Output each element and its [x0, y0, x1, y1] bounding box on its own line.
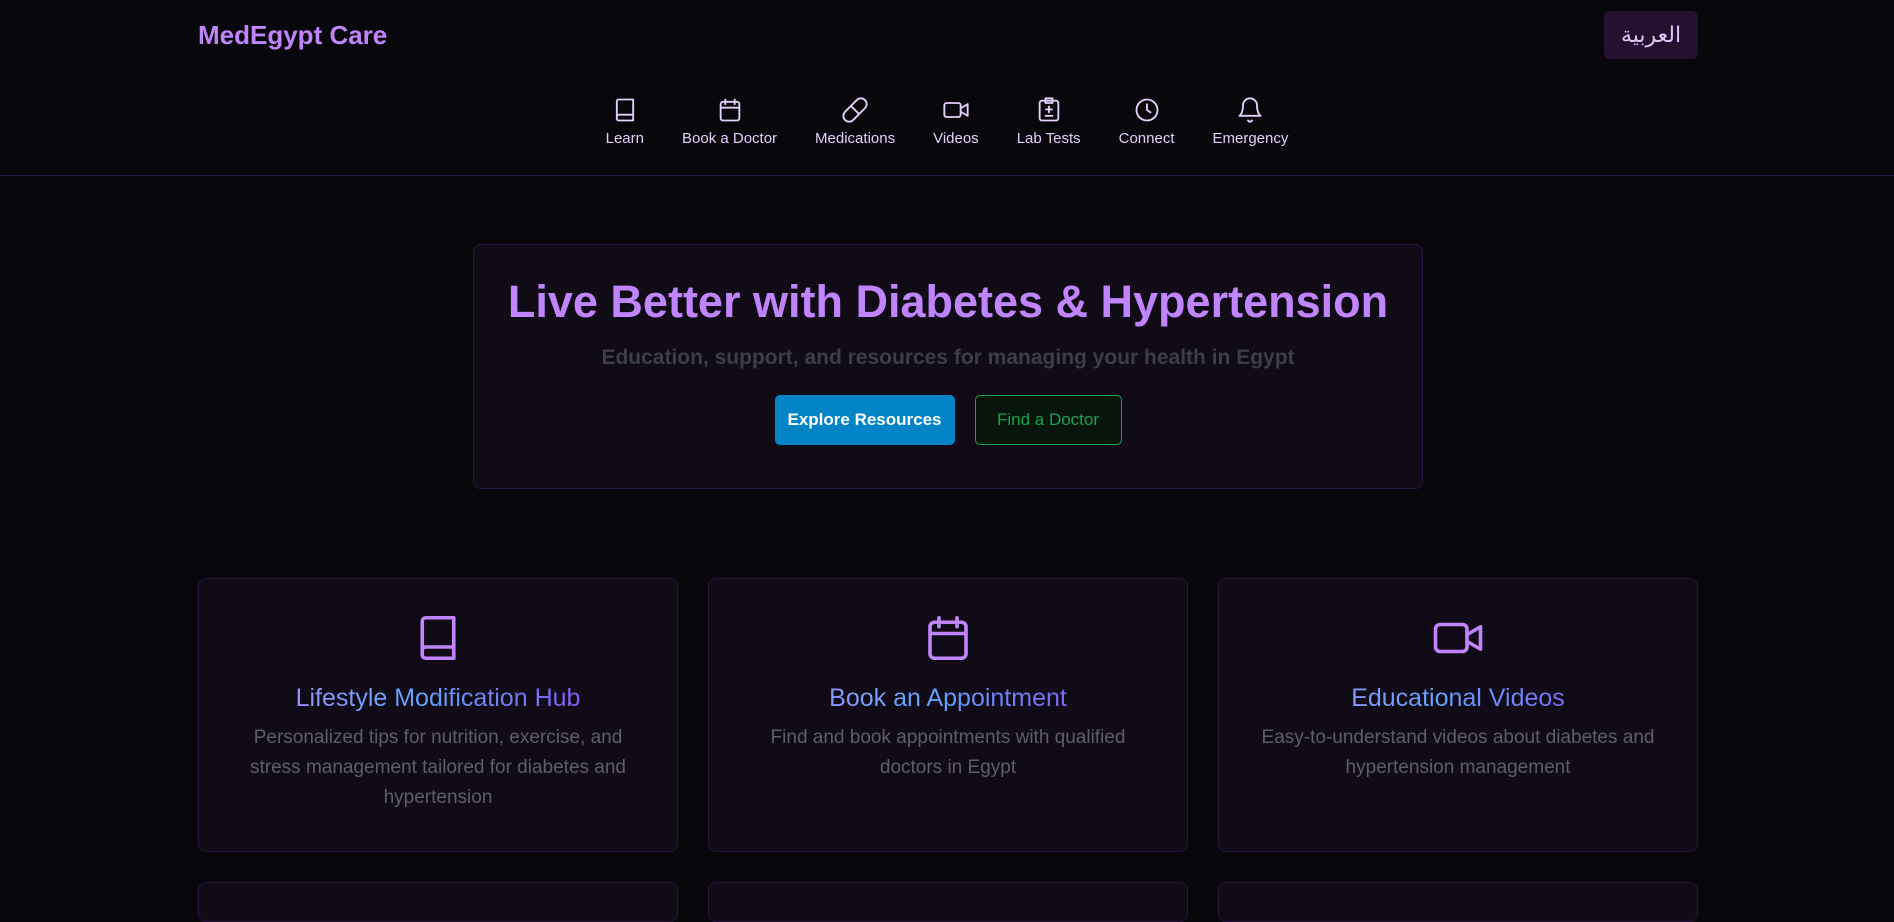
feature-card-videos[interactable]: Educational Videos Easy-to-understand vi… — [1218, 578, 1698, 852]
pill-icon — [842, 97, 868, 123]
book-icon — [420, 615, 456, 661]
nav-label: Book a Doctor — [682, 130, 778, 147]
feature-card-lifestyle[interactable]: Lifestyle Modification Hub Personalized … — [198, 578, 678, 852]
calendar-icon — [928, 615, 968, 661]
video-icon — [943, 102, 969, 118]
nav-label: Lab Tests — [1016, 130, 1081, 147]
hero-subtitle: Education, support, and resources for ma… — [601, 346, 1295, 369]
video-icon — [1433, 622, 1483, 654]
bell-icon — [1239, 97, 1262, 123]
feature-card-partial[interactable] — [198, 882, 678, 922]
main-nav: Learn Book a Doctor Medications Videos L… — [0, 96, 1894, 147]
clock-icon — [1135, 98, 1158, 122]
nav-label: Medications — [815, 130, 896, 147]
nav-label: Emergency — [1212, 130, 1289, 147]
nav-item-connect[interactable]: Connect — [1100, 96, 1194, 147]
explore-resources-button[interactable]: Explore Resources — [774, 395, 955, 445]
feature-card-partial[interactable] — [708, 882, 1188, 922]
brand-logo[interactable]: MedEgypt Care — [198, 20, 387, 51]
find-doctor-button[interactable]: Find a Doctor — [974, 395, 1122, 445]
nav-item-lab-tests[interactable]: Lab Tests — [998, 96, 1100, 147]
language-toggle-button[interactable]: العربية — [1604, 11, 1698, 59]
card-title: Book an Appointment — [709, 684, 1187, 713]
card-description: Personalized tips for nutrition, exercis… — [250, 727, 626, 808]
nav-item-medications[interactable]: Medications — [796, 96, 914, 147]
hero-actions: Explore Resources Find a Doctor — [474, 395, 1422, 445]
card-title: Educational Videos — [1219, 684, 1697, 713]
lab-test-icon — [1038, 97, 1059, 122]
nav-item-emergency[interactable]: Emergency — [1194, 96, 1308, 147]
hero-title: Live Better with Diabetes & Hypertension — [507, 276, 1389, 327]
nav-label: Connect — [1118, 130, 1175, 147]
card-description: Find and book appointments with qualifie… — [770, 727, 1126, 778]
calendar-icon — [719, 98, 740, 122]
feature-card-partial[interactable] — [1218, 882, 1698, 922]
nav-item-videos[interactable]: Videos — [914, 96, 998, 147]
feature-card-appointment[interactable]: Book an Appointment Find and book appoin… — [708, 578, 1188, 852]
card-title: Lifestyle Modification Hub — [199, 684, 677, 713]
hero-panel: Live Better with Diabetes & Hypertension… — [473, 244, 1423, 489]
nav-item-book-doctor[interactable]: Book a Doctor — [663, 96, 796, 147]
book-icon — [615, 98, 634, 122]
nav-item-learn[interactable]: Learn — [587, 96, 663, 147]
nav-label: Videos — [933, 130, 979, 147]
site-header: MedEgypt Care العربية Learn Book a Docto… — [0, 0, 1894, 176]
nav-label: Learn — [605, 130, 644, 147]
card-description: Easy-to-understand videos about diabetes… — [1261, 727, 1655, 778]
